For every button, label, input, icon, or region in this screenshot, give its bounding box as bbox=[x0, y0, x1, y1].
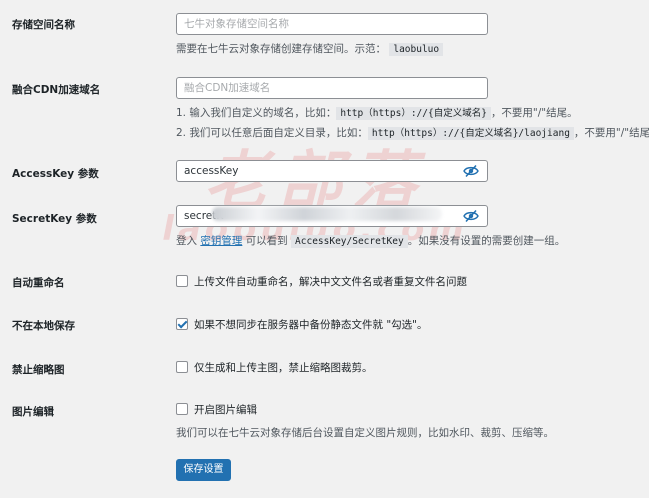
save-settings-button[interactable]: 保存设置 bbox=[176, 459, 231, 481]
key-management-link[interactable]: 密钥管理 bbox=[200, 235, 242, 247]
image-edit-text: 开启图片编辑 bbox=[194, 404, 257, 416]
cdn-line2-code: http（https）://{自定义域名}/laojiang bbox=[367, 127, 574, 140]
auto-rename-text: 上传文件自动重命名，解决中文文件名或者重复文件名问题 bbox=[194, 276, 467, 288]
bucket-input[interactable] bbox=[176, 13, 488, 35]
cdn-line2-suffix: ，不要用"/"结尾。 bbox=[573, 127, 649, 139]
eye-slash-icon[interactable] bbox=[463, 164, 479, 178]
cdn-domain-input[interactable] bbox=[176, 77, 488, 99]
auto-rename-label: 自动重命名 bbox=[12, 277, 65, 289]
cdn-line1-prefix: 1. 输入我们自定义的域名，比如： bbox=[176, 107, 337, 119]
image-edit-desc: 我们可以在七牛云对象存储后台设置自定义图片规则，比如水印、裁剪、压缩等。 bbox=[176, 427, 554, 439]
bucket-desc: 需要在七牛云对象存储创建存储空间。示范： laobuluo bbox=[176, 41, 444, 56]
accesskey-label: AccessKey 参数 bbox=[12, 168, 99, 180]
cdn-desc-line-1: 1. 输入我们自定义的域名，比如： http（https）://{自定义域名} ，不… bbox=[176, 105, 578, 120]
cdn-desc-line-2: 2. 我们可以任意后面自定义目录，比如： http（https）://{自定义域名… bbox=[176, 125, 649, 140]
auto-rename-checkbox[interactable] bbox=[176, 275, 188, 287]
secretkey-desc-mid: 可以看到 bbox=[245, 235, 288, 247]
bucket-desc-text: 需要在七牛云对象存储创建存储空间。示范： bbox=[176, 43, 386, 55]
redacted-secret bbox=[212, 207, 442, 221]
secretkey-desc-code: AccessKey/SecretKey bbox=[291, 235, 408, 248]
image-edit-checkbox[interactable] bbox=[176, 403, 188, 415]
bucket-label: 存储空间名称 bbox=[12, 19, 75, 31]
cdn-line2-prefix: 2. 我们可以任意后面自定义目录，比如： bbox=[176, 127, 368, 139]
eye-slash-icon[interactable] bbox=[463, 209, 479, 223]
secretkey-label: SecretKey 参数 bbox=[12, 213, 97, 225]
image-edit-label: 图片编辑 bbox=[12, 406, 54, 418]
no-thumb-label: 禁止缩略图 bbox=[12, 364, 65, 376]
no-local-label: 不在本地保存 bbox=[12, 320, 75, 332]
no-thumb-checkbox[interactable] bbox=[176, 361, 188, 373]
cdn-line1-code: http（https）://{自定义域名} bbox=[336, 107, 491, 120]
bucket-example-code: laobuluo bbox=[389, 43, 444, 56]
cdn-line1-suffix: ，不要用"/"结尾。 bbox=[490, 107, 578, 119]
no-local-text: 如果不想同步在服务器中备份静态文件就 "勾选"。 bbox=[194, 319, 428, 331]
accesskey-input[interactable] bbox=[176, 160, 488, 182]
secretkey-desc: 登入 密钥管理 可以看到 AccessKey/SecretKey 。如果没有设置的… bbox=[176, 233, 565, 248]
no-local-checkbox[interactable] bbox=[176, 318, 188, 330]
secretkey-desc-suffix: 。如果没有设置的需要创建一组。 bbox=[407, 235, 566, 247]
no-thumb-text: 仅生成和上传主图，禁止缩略图裁剪。 bbox=[194, 362, 373, 374]
cdn-label: 融合CDN加速域名 bbox=[12, 84, 101, 96]
secretkey-desc-prefix: 登入 bbox=[176, 235, 197, 247]
